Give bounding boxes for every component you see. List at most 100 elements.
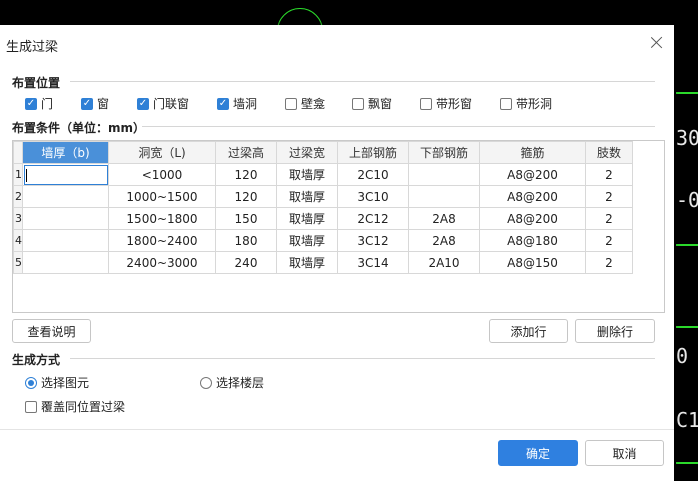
table-row[interactable]: 3 1500~1800 150 取墙厚 2C12 2A8 A8@200 2	[13, 207, 633, 230]
table-cell[interactable]: 2	[585, 229, 633, 252]
column-header[interactable]: 洞宽（L)	[108, 141, 216, 164]
checkbox-label: 覆盖同位置过梁	[41, 400, 126, 414]
cancel-button[interactable]: 取消	[585, 440, 664, 466]
checkbox-window[interactable]: ✓ 窗	[81, 95, 109, 112]
radio-select-floor[interactable]: 选择楼层	[200, 374, 264, 391]
table-cell[interactable]: 取墙厚	[276, 185, 338, 208]
checkbox-door[interactable]: ✓ 门	[25, 95, 53, 112]
table-cell[interactable]: A8@180	[479, 229, 586, 252]
table-cell[interactable]: A8@150	[479, 251, 586, 274]
checkbox-door-window[interactable]: ✓ 门联窗	[137, 95, 189, 112]
table-cell[interactable]: 3C14	[337, 251, 409, 274]
table-cell[interactable]: 120	[215, 185, 277, 208]
checkbox-icon: ✓	[137, 97, 149, 110]
table-cell[interactable]: 2C12	[337, 207, 409, 230]
table-cell[interactable]	[22, 229, 109, 252]
add-row-button[interactable]: 添加行	[489, 319, 568, 343]
radio-icon	[200, 376, 212, 389]
checkbox-label: 带形窗	[436, 97, 473, 111]
lintel-rules-table: 墙厚（b) 洞宽（L) 过梁高 过梁宽 上部钢筋 下部钢筋 箍筋 肢数 1 <1…	[13, 141, 633, 274]
row-number: 5	[13, 251, 23, 274]
cad-dimension-text: -0.	[676, 188, 698, 212]
table-cell[interactable]: 180	[215, 229, 277, 252]
table-cell[interactable]: A8@200	[479, 207, 586, 230]
checkbox-wall-opening[interactable]: ✓ 墙洞	[217, 95, 257, 112]
table-cell[interactable]: A8@200	[479, 163, 586, 186]
radio-label: 选择图元	[41, 376, 90, 390]
table-cell[interactable]	[22, 207, 109, 230]
table-cell[interactable]: <1000	[108, 163, 216, 186]
checkbox-label: 门联窗	[153, 97, 190, 111]
checkbox-icon	[420, 97, 432, 110]
checkbox-overwrite-lintel[interactable]: 覆盖同位置过梁	[25, 398, 125, 415]
column-header[interactable]: 墙厚（b)	[22, 141, 109, 164]
generate-lintel-dialog: 生成过梁 布置位置 ✓ 门 ✓ 窗 ✓ 门联窗 ✓ 墙洞 壁龛 飘窗 带形窗 带…	[0, 25, 674, 481]
table-cell-wall-thickness[interactable]	[22, 163, 109, 186]
table-cell[interactable]: 1800~2400	[108, 229, 216, 252]
table-cell[interactable]: 取墙厚	[276, 163, 338, 186]
table-cell[interactable]: 2	[585, 251, 633, 274]
table-cell[interactable]: 150	[215, 207, 277, 230]
checkbox-label: 壁龛	[301, 97, 326, 111]
row-number: 3	[13, 207, 23, 230]
table-cell[interactable]: 2	[585, 163, 633, 186]
divider	[142, 126, 655, 127]
close-icon[interactable]	[648, 34, 666, 52]
table-row[interactable]: 2 1000~1500 120 取墙厚 3C10 A8@200 2	[13, 185, 633, 208]
ok-button[interactable]: 确定	[498, 440, 578, 466]
table-cell[interactable]: 取墙厚	[276, 251, 338, 274]
cad-line	[676, 326, 698, 328]
table-cell[interactable]: 2	[585, 185, 633, 208]
table-cell[interactable]: 120	[215, 163, 277, 186]
table-row[interactable]: 5 2400~3000 240 取墙厚 3C14 2A10 A8@150 2	[13, 251, 633, 274]
checkbox-bay-window[interactable]: 飘窗	[352, 95, 392, 112]
table-cell[interactable]: 240	[215, 251, 277, 274]
radio-select-element[interactable]: 选择图元	[25, 374, 89, 391]
view-help-button[interactable]: 查看说明	[12, 319, 91, 343]
table-cell[interactable]: 2C10	[337, 163, 409, 186]
column-header[interactable]: 上部钢筋	[337, 141, 409, 164]
condition-section-title: 布置条件（单位：mm）	[12, 121, 146, 135]
row-number: 2	[13, 185, 23, 208]
checkbox-strip-window[interactable]: 带形窗	[420, 95, 472, 112]
table-cell[interactable]: 1500~1800	[108, 207, 216, 230]
table-cell[interactable]: 2	[585, 207, 633, 230]
generate-section-title: 生成方式	[12, 353, 61, 367]
table-cell[interactable]: 取墙厚	[276, 229, 338, 252]
table-cell[interactable]: 2400~3000	[108, 251, 216, 274]
cad-dimension-text: 300	[676, 126, 698, 150]
checkbox-label: 墙洞	[233, 97, 258, 111]
column-header[interactable]: 下部钢筋	[408, 141, 480, 164]
table-cell[interactable]: 1000~1500	[108, 185, 216, 208]
table-cell[interactable]	[408, 185, 480, 208]
delete-row-button[interactable]: 删除行	[575, 319, 655, 343]
table-cell[interactable]	[408, 163, 480, 186]
divider	[70, 81, 655, 82]
column-header[interactable]: 箍筋	[479, 141, 586, 164]
checkbox-icon: ✓	[25, 97, 37, 110]
table-cell[interactable]: 3C10	[337, 185, 409, 208]
table-cell[interactable]: 2A8	[408, 229, 480, 252]
checkbox-strip-opening[interactable]: 带形洞	[500, 95, 552, 112]
table-cell[interactable]: 3C12	[337, 229, 409, 252]
checkbox-icon: ✓	[217, 97, 229, 110]
checkbox-niche[interactable]: 壁龛	[285, 95, 325, 112]
column-header[interactable]: 过梁高	[215, 141, 277, 164]
table-cell[interactable]: 2A10	[408, 251, 480, 274]
column-header[interactable]: 过梁宽	[276, 141, 338, 164]
dialog-title: 生成过梁	[6, 40, 59, 55]
table-cell[interactable]: A8@200	[479, 185, 586, 208]
column-header[interactable]: 肢数	[585, 141, 633, 164]
row-number: 4	[13, 229, 23, 252]
footer-divider	[0, 429, 674, 430]
cad-line	[676, 244, 698, 246]
table-cell[interactable]	[22, 251, 109, 274]
checkbox-icon	[25, 400, 37, 413]
table-cell[interactable]: 取墙厚	[276, 207, 338, 230]
table-header-row: 墙厚（b) 洞宽（L) 过梁高 过梁宽 上部钢筋 下部钢筋 箍筋 肢数	[13, 141, 633, 164]
table-cell[interactable]: 2A8	[408, 207, 480, 230]
cad-dimension-text: 0	[676, 344, 689, 368]
table-row[interactable]: 1 <1000 120 取墙厚 2C10 A8@200 2	[13, 163, 633, 186]
table-row[interactable]: 4 1800~2400 180 取墙厚 3C12 2A8 A8@180 2	[13, 229, 633, 252]
table-cell[interactable]	[22, 185, 109, 208]
